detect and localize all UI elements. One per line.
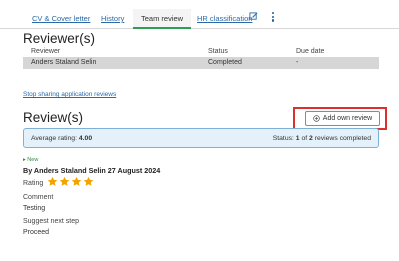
plus-circle-icon: [313, 115, 320, 122]
row-status: Completed: [208, 59, 242, 66]
status-total: 2: [309, 135, 313, 142]
column-status: Status: [208, 48, 228, 55]
status-of: of: [301, 135, 308, 142]
star-icon: [83, 176, 94, 186]
add-own-review-label: Add own review: [322, 115, 373, 122]
column-reviewer: Reviewer: [31, 48, 61, 55]
review-status: Status: 1 of 2 reviews completed: [273, 135, 371, 142]
status-count: 1: [295, 135, 300, 142]
next-step-label: Suggest next step: [23, 218, 80, 225]
new-badge: ▸ New: [23, 157, 39, 163]
tab-history[interactable]: History: [101, 14, 124, 23]
add-own-review-button[interactable]: Add own review: [305, 111, 380, 126]
tab-team-review[interactable]: Team review: [133, 9, 192, 29]
rating-label: Rating: [23, 180, 44, 187]
review-title: By Anders Staland Selin 27 August 2024: [23, 166, 161, 175]
star-icon: [59, 176, 70, 186]
comment-value: Testing: [23, 205, 46, 212]
star-icon: [47, 176, 58, 186]
row-due-date: -: [296, 59, 299, 66]
average-rating-value: 4.00: [78, 135, 93, 142]
next-step-value: Proceed: [23, 229, 50, 236]
tab-bar: CV & Cover letter History Team review HR…: [0, 0, 399, 29]
tab-hr-classification[interactable]: HR classification: [197, 14, 252, 23]
column-due-date: Due date: [296, 48, 325, 55]
star-icon: [71, 176, 82, 186]
reviews-heading: Review(s): [23, 110, 84, 125]
reviewers-heading: Reviewer(s): [23, 31, 96, 46]
comment-label: Comment: [23, 194, 54, 201]
more-options-icon[interactable]: [272, 12, 275, 23]
reviewers-table-header: Reviewer Status Due date: [23, 47, 379, 57]
average-rating: Average rating: 4.00: [31, 135, 92, 142]
tab-cv-cover-letter[interactable]: CV & Cover letter: [32, 14, 90, 23]
average-rating-label: Average rating:: [31, 135, 77, 142]
stop-sharing-link[interactable]: Stop sharing application reviews: [23, 91, 116, 98]
status-suffix: reviews completed: [314, 135, 371, 142]
row-reviewer: Anders Staland Selin: [31, 59, 97, 66]
edit-icon[interactable]: [249, 12, 258, 21]
status-label: Status:: [272, 135, 294, 142]
rating-stars: [47, 176, 94, 187]
table-row: Anders Staland Selin Completed -: [23, 57, 379, 69]
review-summary-bar: Average rating: 4.00 Status: 1 of 2 revi…: [23, 128, 379, 148]
